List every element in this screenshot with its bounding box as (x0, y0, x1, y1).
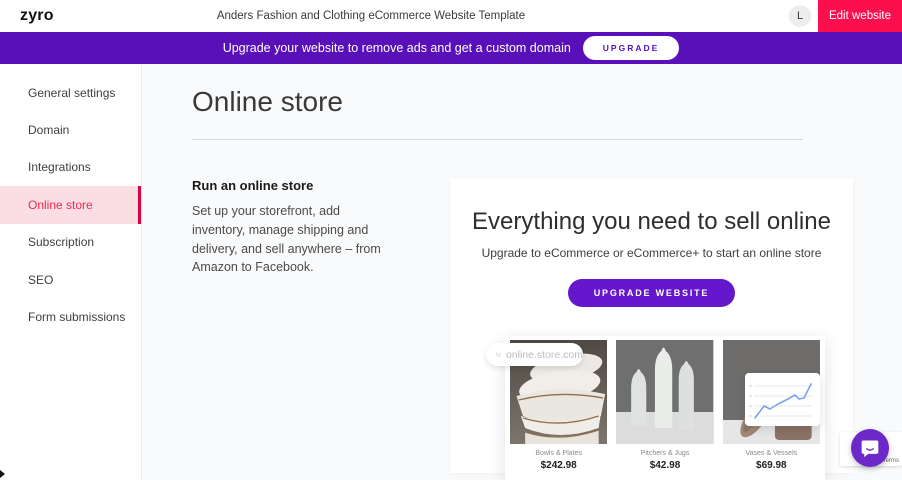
settings-sidebar: General settings Domain Integrations Onl… (0, 64, 142, 480)
section-heading: Run an online store (192, 178, 388, 193)
upgrade-website-button[interactable]: UPGRADE WEBSITE (568, 279, 736, 307)
top-bar: zyro Anders Fashion and Clothing eCommer… (0, 0, 902, 32)
product-name: Bowls & Plates (510, 450, 607, 457)
sidebar-item-subscription[interactable]: Subscription (0, 224, 141, 261)
card-subheading: Upgrade to eCommerce or eCommerce+ to st… (450, 246, 853, 260)
product-name: Pitchers & Jugs (616, 450, 713, 457)
section-description-column: Run an online store Set up your storefro… (192, 178, 400, 473)
sidebar-item-integrations[interactable]: Integrations (0, 149, 141, 186)
main-content: Online store Run an online store Set up … (142, 64, 902, 480)
chat-widget-button[interactable] (851, 429, 889, 467)
upgrade-button[interactable]: UPGRADE (583, 36, 680, 60)
store-preview-panel: online.store.com (505, 336, 825, 480)
ecommerce-upsell-card: Everything you need to sell online Upgra… (450, 178, 853, 473)
sidebar-item-form-submissions[interactable]: Form submissions (0, 298, 141, 335)
page-title: Online store (192, 86, 902, 118)
pitchers-product-image (616, 340, 713, 444)
sidebar-item-online-store[interactable]: Online store (0, 186, 141, 223)
upgrade-banner-text: Upgrade your website to remove ads and g… (223, 41, 571, 55)
store-url-pill: online.store.com (486, 343, 583, 366)
section-description: Set up your storefront, add inventory, m… (192, 202, 388, 277)
mouse-cursor (0, 470, 5, 478)
chat-bubble-icon (860, 438, 880, 458)
product-price: $242.98 (510, 460, 607, 471)
sidebar-item-seo[interactable]: SEO (0, 261, 141, 298)
product-price: $69.98 (723, 460, 820, 471)
user-avatar[interactable]: L (789, 5, 811, 27)
site-template-title: Anders Fashion and Clothing eCommerce We… (0, 10, 742, 22)
edit-website-button[interactable]: Edit website (818, 0, 902, 32)
mini-chart-line (755, 384, 811, 418)
card-heading: Everything you need to sell online (450, 208, 853, 236)
sidebar-item-general-settings[interactable]: General settings (0, 74, 141, 111)
divider (192, 139, 803, 140)
store-url-text: online.store.com (506, 349, 583, 361)
product-price: $42.98 (616, 460, 713, 471)
shopping-cart-icon (495, 349, 501, 361)
upgrade-banner: Upgrade your website to remove ads and g… (0, 32, 902, 64)
product-name: Vases & Vessels (723, 450, 820, 457)
sales-mini-chart (745, 373, 820, 426)
sidebar-item-domain[interactable]: Domain (0, 111, 141, 148)
product-card: Pitchers & Jugs $42.98 (616, 340, 713, 480)
